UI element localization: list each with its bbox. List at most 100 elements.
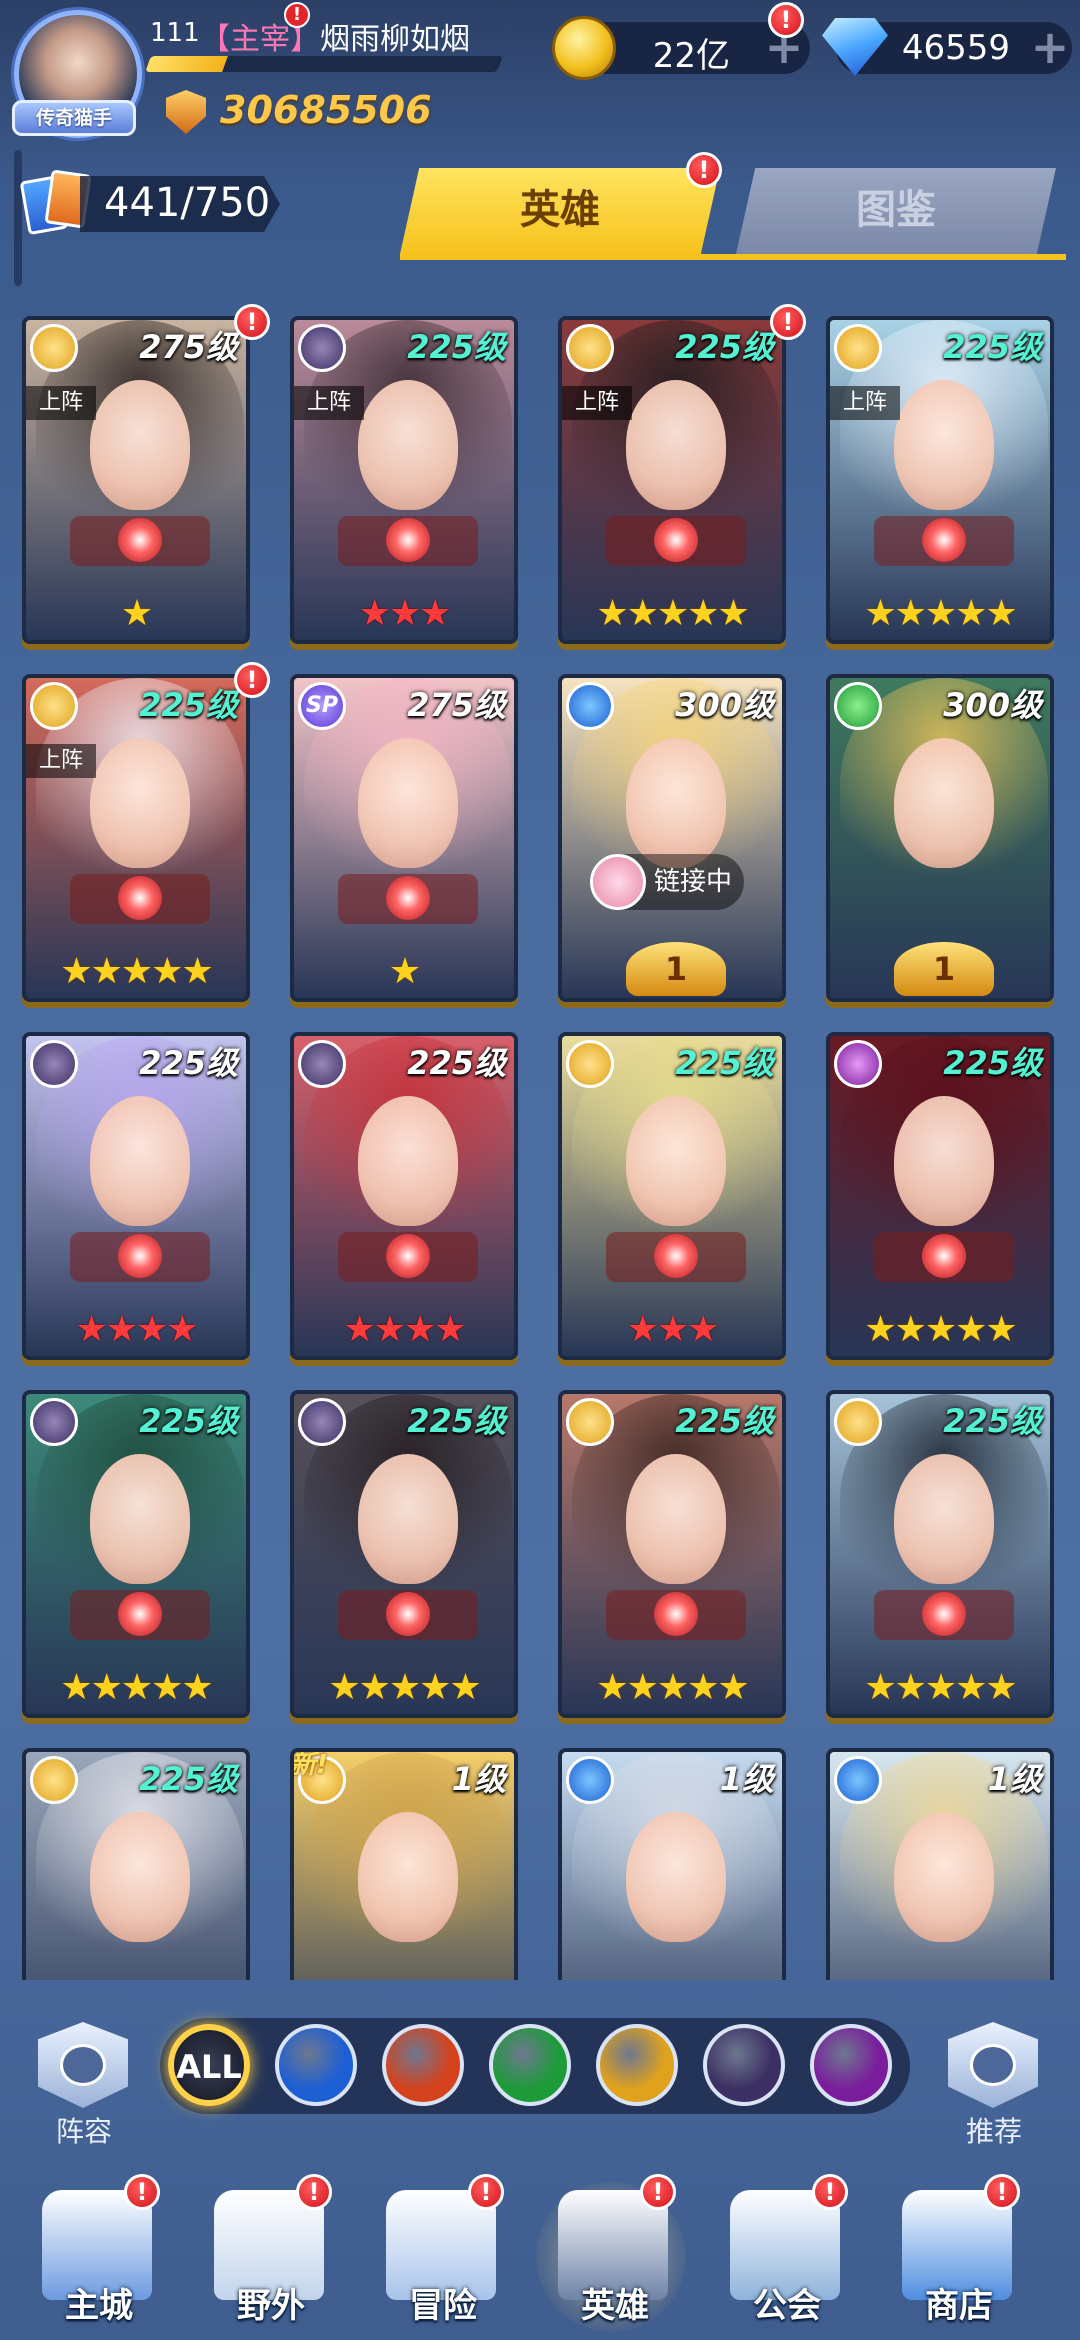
hero-face bbox=[626, 380, 726, 510]
hero-emblem bbox=[70, 874, 210, 924]
rank-badge: 1 bbox=[894, 942, 994, 996]
hero-card[interactable]: 225级 ★★★★ bbox=[290, 1032, 518, 1360]
hero-card[interactable]: 225级 ★★★★★ bbox=[290, 1390, 518, 1718]
hero-alert-dot: ! bbox=[234, 662, 270, 698]
star-rating: ★★★★★ bbox=[328, 1667, 481, 1708]
hero-face bbox=[626, 1096, 726, 1226]
hero-card[interactable]: 225级 ★★★★★ bbox=[826, 1390, 1054, 1718]
recommend-button[interactable] bbox=[948, 2022, 1038, 2108]
hero-card[interactable]: 225级 ★★★★★ bbox=[558, 1390, 786, 1718]
star-rating: ★★★★ bbox=[343, 1309, 466, 1350]
emblem-core-icon bbox=[654, 518, 698, 562]
hero-face bbox=[358, 738, 458, 868]
filter-fire-button[interactable] bbox=[382, 2024, 464, 2106]
hero-card[interactable]: 225级 ★★★★★ bbox=[826, 1032, 1054, 1360]
filter-chaos-button[interactable] bbox=[810, 2024, 892, 2106]
star-rating: ★★★★ bbox=[75, 1309, 198, 1350]
emblem-core-icon bbox=[922, 1592, 966, 1636]
light-element-icon bbox=[30, 324, 78, 372]
star-rating: ★★★ bbox=[358, 593, 452, 634]
player-name-text: 烟雨柳如烟 bbox=[320, 22, 470, 57]
hero-card[interactable]: 225级 上阵 ★★★★★ bbox=[22, 674, 250, 1002]
chaos-element-icon bbox=[834, 1040, 882, 1088]
star-rating: ★★★★★ bbox=[60, 951, 213, 992]
hero-face bbox=[358, 1096, 458, 1226]
nav-wild[interactable]: 野外! bbox=[186, 2160, 346, 2340]
nav-main-city[interactable]: 主城! bbox=[14, 2160, 174, 2340]
hero-level: 225级 bbox=[139, 1402, 238, 1440]
recommend-label: 推荐 bbox=[965, 2115, 1022, 2148]
hero-emblem bbox=[338, 1590, 478, 1640]
star-rating: ★★★★★ bbox=[864, 1309, 1017, 1350]
light-element-icon bbox=[30, 1756, 78, 1804]
hero-emblem bbox=[606, 1232, 746, 1282]
tab-hero[interactable]: 英雄 bbox=[400, 168, 720, 254]
emblem-core-icon bbox=[654, 1234, 698, 1278]
hero-alert-dot: ! bbox=[770, 304, 806, 340]
hero-face bbox=[894, 1454, 994, 1584]
hero-level: 1级 bbox=[719, 1760, 774, 1798]
light-element-icon bbox=[566, 1040, 614, 1088]
nav-alert-dot: ! bbox=[640, 2174, 676, 2210]
lineup-button[interactable] bbox=[38, 2022, 128, 2108]
star-rating: ★★★ bbox=[626, 1309, 720, 1350]
hero-level: 225级 bbox=[675, 1402, 774, 1440]
hero-emblem bbox=[606, 516, 746, 566]
hero-face bbox=[894, 380, 994, 510]
filter-light-button[interactable] bbox=[596, 2024, 678, 2106]
linking-badge: 链接中 bbox=[590, 854, 745, 910]
player-name[interactable]: 【主宰】烟雨柳如烟 bbox=[200, 14, 470, 58]
filter-all-button[interactable]: ALL bbox=[168, 2024, 250, 2106]
gold-coin-icon bbox=[552, 16, 616, 80]
hero-emblem bbox=[338, 516, 478, 566]
hero-card[interactable]: 225级 ★★★ bbox=[558, 1032, 786, 1360]
hero-face bbox=[90, 738, 190, 868]
hero-card[interactable]: 225级 上阵 ★★★ bbox=[290, 316, 518, 644]
hero-face bbox=[90, 1454, 190, 1584]
on-team-tag: 上阵 bbox=[26, 386, 96, 420]
nav-shop[interactable]: 商店! bbox=[874, 2160, 1034, 2340]
hero-card[interactable]: 300级 链接中 1 bbox=[558, 674, 786, 1002]
tab-atlas[interactable]: 图鉴 bbox=[736, 168, 1056, 254]
hero-face bbox=[894, 1812, 994, 1942]
hero-level: 225级 bbox=[407, 1044, 506, 1082]
hero-card[interactable]: 225级 上阵 ★★★★★ bbox=[558, 316, 786, 644]
emblem-core-icon bbox=[386, 876, 430, 920]
name-alert-dot: ! bbox=[284, 2, 310, 28]
hero-card[interactable]: 275级 上阵 ★ bbox=[22, 316, 250, 644]
nav-guild[interactable]: 公会! bbox=[702, 2160, 862, 2340]
hero-card[interactable]: 1级 bbox=[558, 1748, 786, 1980]
nav-adventure[interactable]: 冒险! bbox=[358, 2160, 518, 2340]
sp-element-icon: SP bbox=[298, 682, 346, 730]
filter-water-button[interactable] bbox=[275, 2024, 357, 2106]
filter-wind-button[interactable] bbox=[489, 2024, 571, 2106]
nav-hero[interactable]: 英雄! bbox=[530, 2160, 690, 2340]
hero-card[interactable]: 1级 bbox=[826, 1748, 1054, 1980]
nav-main-city-label: 主城 bbox=[65, 2286, 133, 2326]
filter-dark-button[interactable] bbox=[703, 2024, 785, 2106]
hero-card[interactable]: 225级 bbox=[22, 1748, 250, 1980]
hero-level: 225级 bbox=[943, 1044, 1042, 1082]
hero-level: 225级 bbox=[943, 1402, 1042, 1440]
hero-card[interactable]: 225级 上阵 ★★★★★ bbox=[826, 316, 1054, 644]
add-gems-button[interactable]: + bbox=[1028, 24, 1072, 70]
hero-card[interactable]: 225级 ★★★★ bbox=[22, 1032, 250, 1360]
hero-card[interactable]: 1级 新! bbox=[290, 1748, 518, 1980]
hero-level: 275级 bbox=[407, 686, 506, 724]
light-element-icon bbox=[566, 1398, 614, 1446]
wind-element-icon bbox=[834, 682, 882, 730]
hero-card[interactable]: 225级 ★★★★★ bbox=[22, 1390, 250, 1718]
nav-alert-dot: ! bbox=[984, 2174, 1020, 2210]
light-element-icon bbox=[30, 682, 78, 730]
hero-level: 225级 bbox=[139, 1760, 238, 1798]
hero-emblem bbox=[338, 874, 478, 924]
tab-hero-alert-dot: ! bbox=[686, 152, 722, 188]
gold-alert-dot: ! bbox=[768, 2, 804, 38]
hero-card[interactable]: 300级 1 bbox=[826, 674, 1054, 1002]
hero-card[interactable]: SP 275级 ★ bbox=[290, 674, 518, 1002]
top-header: 传奇猫手 111 【主宰】烟雨柳如烟 ! 30685506 22亿 + ! 46… bbox=[0, 0, 1080, 290]
hero-emblem bbox=[70, 516, 210, 566]
nav-guild-label: 公会 bbox=[753, 2286, 821, 2326]
nav-adventure-label: 冒险 bbox=[409, 2286, 477, 2326]
nav-alert-dot: ! bbox=[124, 2174, 160, 2210]
